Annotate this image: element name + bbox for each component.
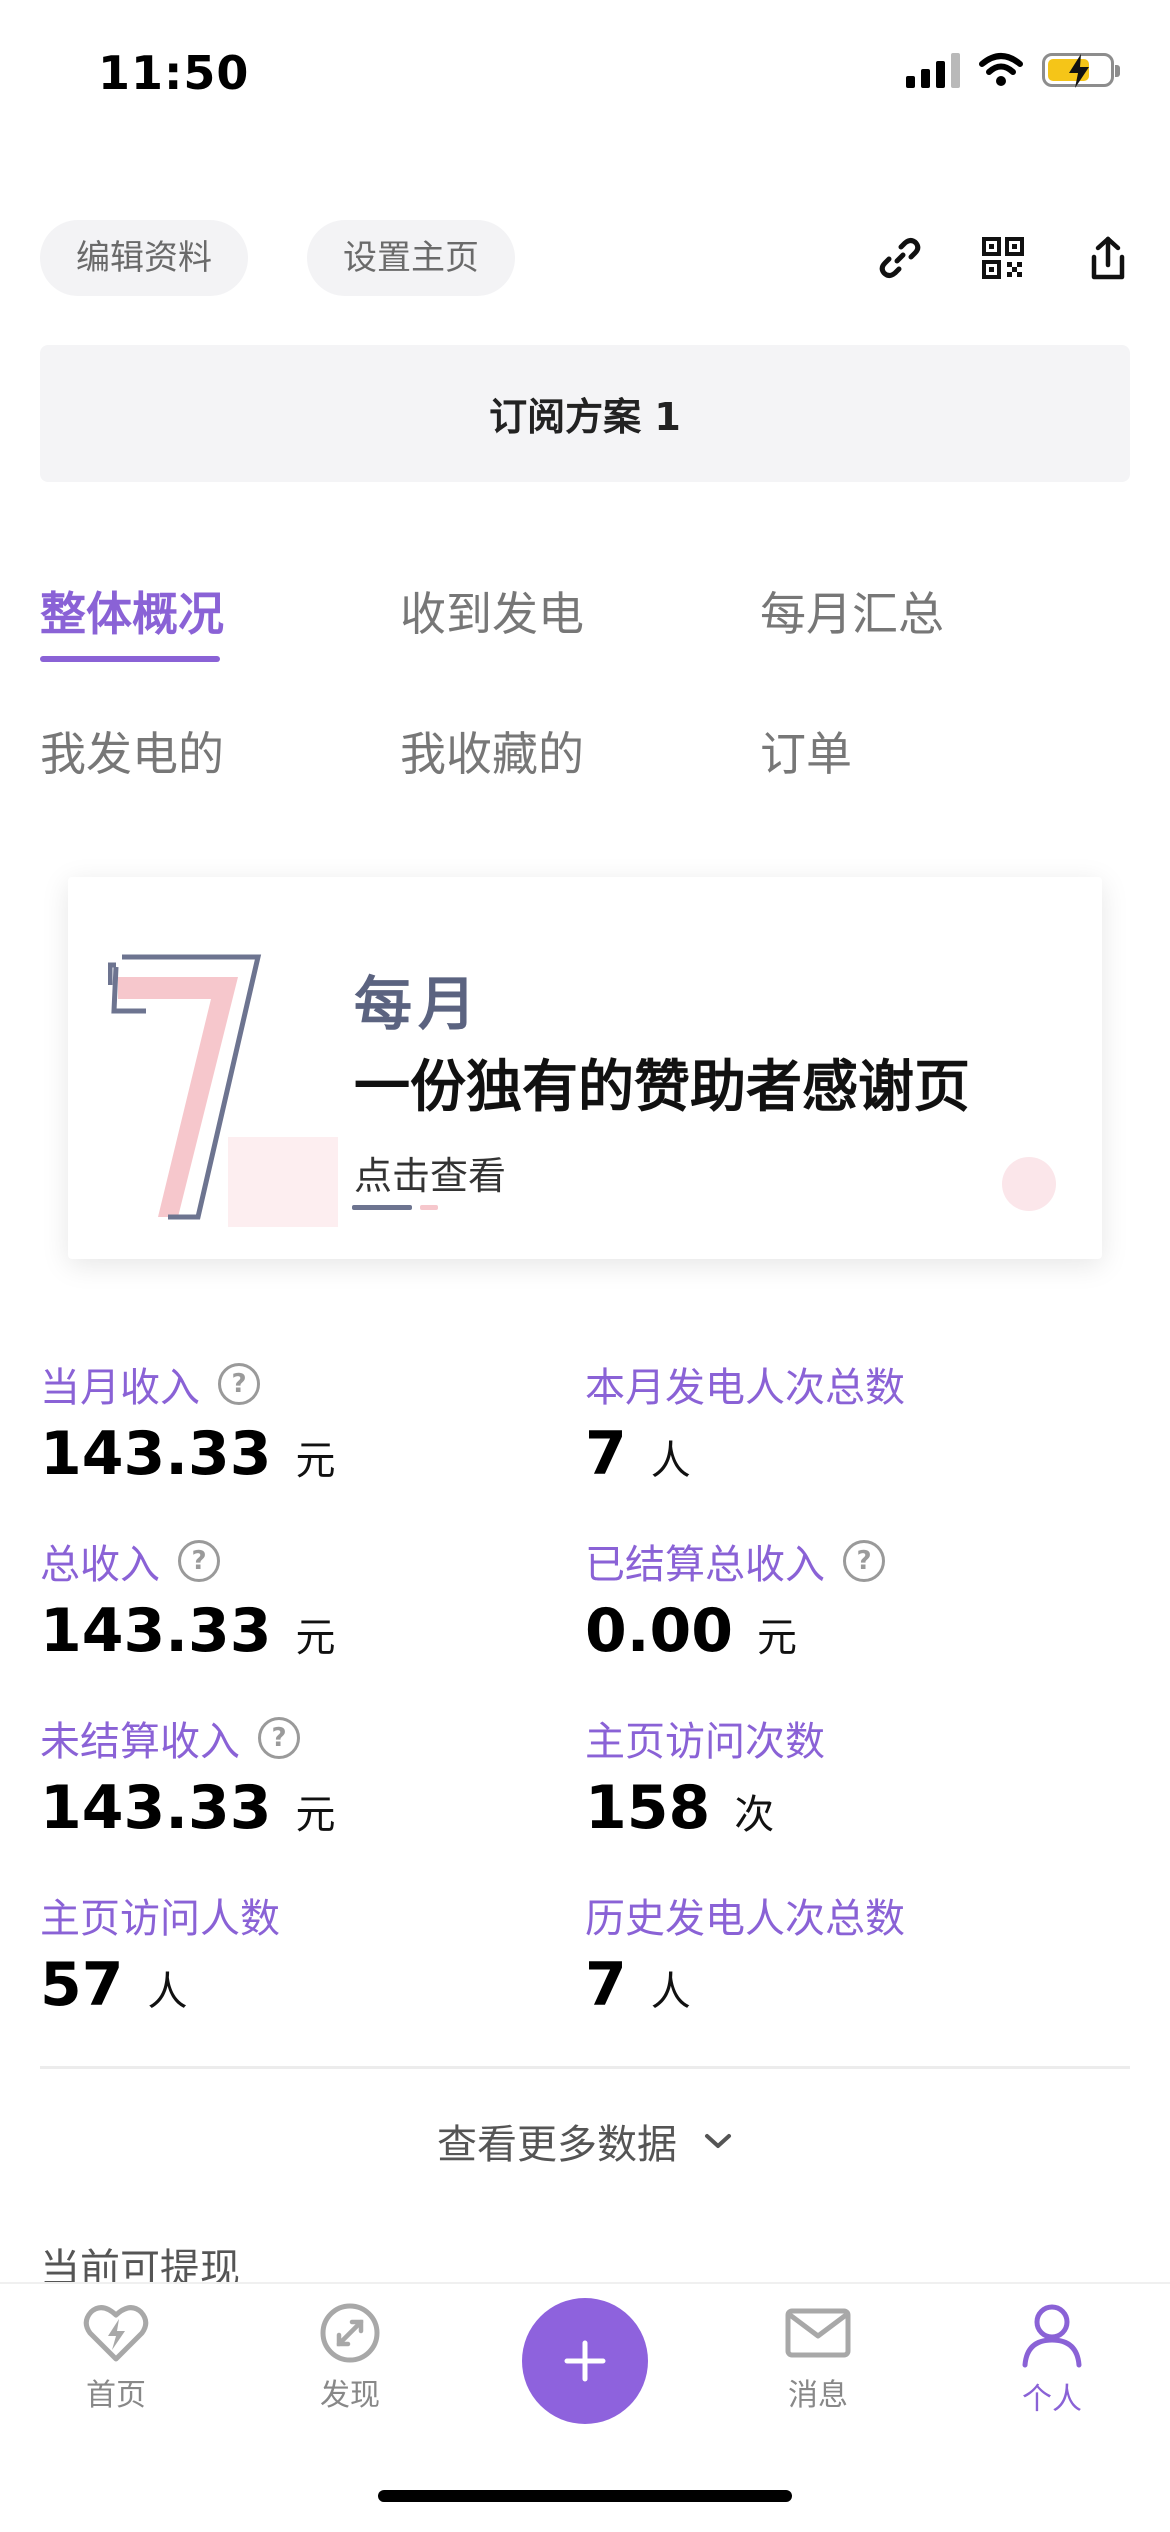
tab-my-support[interactable]: 我发电的 (40, 718, 224, 784)
battery-icon (1042, 53, 1120, 88)
banner-title: 一份独有的赞助者感谢页 (354, 1055, 970, 1120)
view-more-data-button[interactable]: 查看更多数据 (0, 2112, 1170, 2170)
chevron-down-icon (705, 2134, 731, 2148)
stat-label: 主页访问人数 (40, 1896, 280, 1942)
stat-homepage-visitors: 主页访问人数 57 人 (40, 1886, 560, 2020)
stat-unit: 元 (757, 1615, 798, 1661)
tab-monthly-summary[interactable]: 每月汇总 (760, 578, 944, 644)
stat-monthly-income: 当月收入 ? 143.33 元 (40, 1355, 560, 1489)
tabbar-label: 个人 (1022, 2382, 1082, 2417)
home-indicator (378, 2490, 792, 2502)
stat-historical-supporters: 历史发电人次总数 7 人 (585, 1886, 1105, 2020)
divider (40, 2066, 1130, 2069)
tab-orders[interactable]: 订单 (760, 718, 852, 784)
stat-unit: 人 (650, 1969, 691, 2015)
wifi-icon (979, 53, 1023, 86)
charging-bolt-icon (1069, 54, 1089, 88)
tabbar-profile[interactable]: 个人 (982, 2302, 1122, 2418)
stat-unit: 人 (147, 1969, 188, 2015)
stat-label: 总收入 (40, 1542, 160, 1588)
stat-settled-income: 已结算总收入 ? 0.00 元 (585, 1532, 1105, 1666)
qr-code-icon[interactable] (975, 230, 1031, 286)
tab-my-favorites[interactable]: 我收藏的 (400, 718, 584, 784)
mail-icon (785, 2308, 851, 2358)
tabbar-messages[interactable]: 消息 (748, 2302, 888, 2414)
stat-value: 0.00 (585, 1596, 734, 1666)
help-icon[interactable]: ? (258, 1717, 300, 1759)
stat-total-income: 总收入 ? 143.33 元 (40, 1532, 560, 1666)
stat-value: 143.33 (40, 1596, 272, 1666)
stat-monthly-supporters: 本月发电人次总数 7 人 (585, 1355, 1105, 1489)
stat-label: 主页访问次数 (585, 1719, 825, 1765)
share-icon[interactable] (1080, 230, 1136, 286)
tabbar-discover[interactable]: 发现 (280, 2302, 420, 2414)
stat-homepage-visits: 主页访问次数 158 次 (585, 1709, 1105, 1843)
tabbar-label: 消息 (788, 2378, 848, 2413)
home-heart-icon (83, 2305, 149, 2362)
stat-value: 7 (585, 1419, 627, 1489)
help-icon[interactable]: ? (178, 1540, 220, 1582)
stat-unit: 元 (295, 1615, 336, 1661)
stat-label: 历史发电人次总数 (585, 1896, 905, 1942)
tabbar-label: 发现 (320, 2378, 380, 2413)
tabbar-label: 首页 (86, 2378, 146, 2413)
discover-icon (320, 2303, 380, 2363)
cellular-signal-icon (906, 52, 960, 88)
plus-icon (564, 2340, 606, 2382)
subscription-plan-card[interactable]: 订阅方案 1 (40, 345, 1130, 482)
link-icon[interactable] (872, 230, 928, 286)
profile-actions: 编辑资料 设置主页 (40, 220, 1130, 296)
stat-label: 已结算总收入 (585, 1542, 825, 1588)
status-time: 11:50 (98, 46, 250, 100)
banner-view-link[interactable]: 点击查看 (354, 1145, 506, 1200)
view-more-data-label: 查看更多数据 (437, 2122, 677, 2168)
active-tab-indicator (40, 656, 220, 662)
stat-unit: 人 (650, 1438, 691, 1484)
create-plus-button[interactable] (522, 2298, 648, 2424)
stat-unsettled-income: 未结算收入 ? 143.33 元 (40, 1709, 560, 1843)
help-icon[interactable]: ? (218, 1363, 260, 1405)
stat-value: 7 (585, 1950, 627, 2020)
stat-label: 当月收入 (40, 1365, 200, 1411)
stat-label: 未结算收入 (40, 1719, 240, 1765)
tab-overview[interactable]: 整体概况 (40, 578, 224, 644)
person-icon (1022, 2304, 1082, 2368)
banner-month: 每月 (354, 970, 483, 1038)
stat-unit: 元 (295, 1438, 336, 1484)
edit-profile-button[interactable]: 编辑资料 (40, 220, 248, 296)
stat-value: 143.33 (40, 1773, 272, 1843)
help-icon[interactable]: ? (843, 1540, 885, 1582)
number-seven-illustration (108, 954, 338, 1227)
tab-received-support[interactable]: 收到发电 (400, 578, 584, 644)
banner-decoration (1002, 1157, 1056, 1211)
sponsor-thanks-banner[interactable]: 每月 一份独有的赞助者感谢页 点击查看 (68, 877, 1102, 1259)
status-icons (906, 52, 1120, 88)
stat-label: 本月发电人次总数 (585, 1365, 905, 1411)
stat-unit: 次 (734, 1792, 775, 1838)
stat-value: 57 (40, 1950, 124, 2020)
tabbar-home[interactable]: 首页 (46, 2302, 186, 2414)
stat-value: 158 (585, 1773, 711, 1843)
set-homepage-button[interactable]: 设置主页 (307, 220, 515, 296)
stat-value: 143.33 (40, 1419, 272, 1489)
status-bar: 11:50 (0, 0, 1170, 150)
stat-unit: 元 (295, 1792, 336, 1838)
banner-pagination (352, 1205, 438, 1210)
